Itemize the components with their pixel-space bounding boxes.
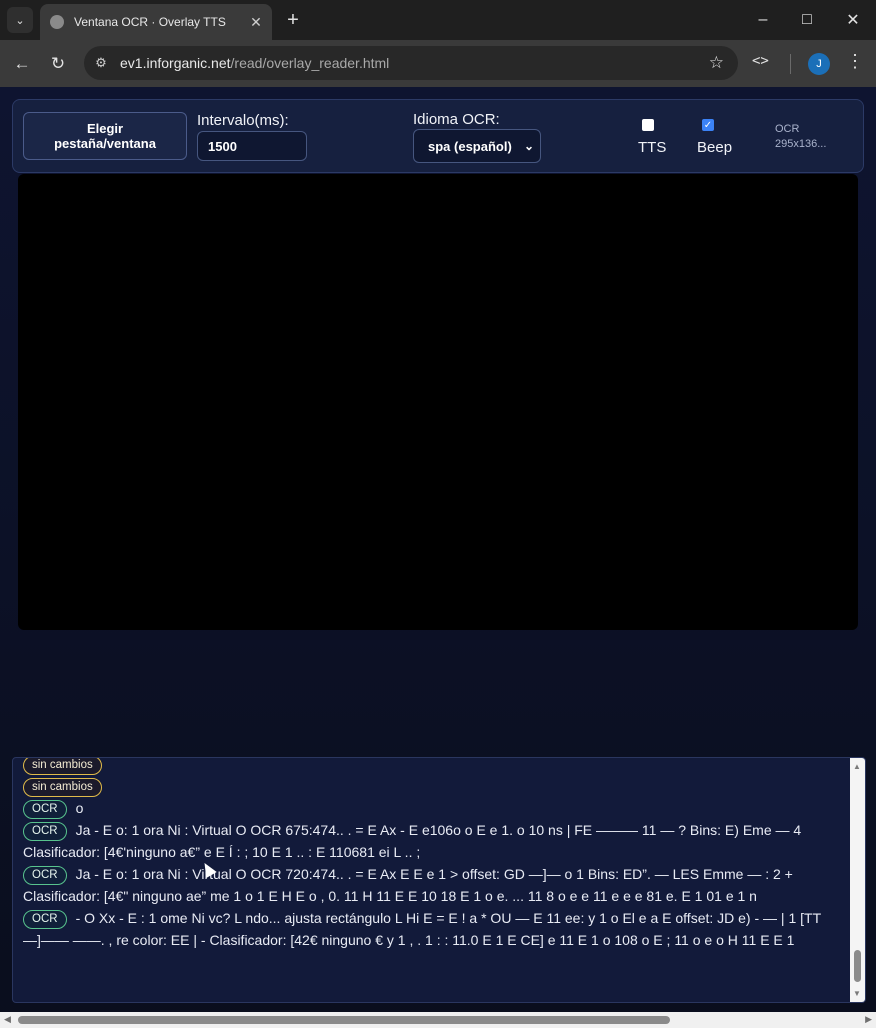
- minimize-icon[interactable]: –: [740, 0, 786, 40]
- globe-icon: [50, 15, 64, 29]
- address-bar[interactable]: ⚙ ev1.inforganic.net/read/overlay_reader…: [84, 46, 738, 80]
- tab-strip: ⌄ Ventana OCR · Overlay TTS ✕ + – □ ✕: [0, 0, 876, 40]
- toolbar-divider: [790, 54, 791, 74]
- scroll-up-arrow-icon[interactable]: ▲: [853, 762, 861, 771]
- log-entry-text: - O Xx - E : 1 ome Ni vc? L ndo... ajust…: [23, 910, 821, 948]
- ocr-status-label: OCR: [775, 123, 800, 135]
- window-close-icon[interactable]: ✕: [830, 0, 876, 40]
- maximize-icon[interactable]: □: [784, 0, 830, 40]
- devtools-code-icon[interactable]: <>: [752, 53, 769, 69]
- log-entry: sin cambios: [23, 775, 838, 797]
- log-scroll-thumb[interactable]: [854, 950, 861, 982]
- tab-title: Ventana OCR · Overlay TTS: [74, 15, 226, 29]
- beep-label: Beep: [697, 139, 733, 156]
- page-content: Elegir pestaña/ventana Intervalo(ms): 150…: [0, 87, 876, 1028]
- scroll-down-arrow-icon[interactable]: ▼: [853, 989, 861, 998]
- ocr-badge: OCR: [23, 800, 67, 819]
- log-entry: OCR Ja - E o: 1 ora Ni : Virtual O OCR 67…: [23, 819, 838, 863]
- ocr-badge: OCR: [23, 866, 67, 885]
- horizontal-scroll-thumb[interactable]: [18, 1016, 670, 1024]
- no-change-badge: sin cambios: [23, 758, 102, 775]
- log-entry-text: Ja - E o: 1 ora Ni : Virtual O OCR 675:4…: [23, 822, 802, 860]
- controls-panel: Elegir pestaña/ventana Intervalo(ms): 150…: [12, 99, 864, 173]
- beep-checkbox[interactable]: ✓: [702, 119, 714, 131]
- scroll-left-arrow-icon[interactable]: ◀: [4, 1014, 11, 1025]
- ocr-size-readout: 295x136...: [775, 138, 827, 150]
- browser-toolbar: ← ↻ ⚙ ev1.inforganic.net/read/overlay_re…: [0, 40, 876, 87]
- horizontal-scrollbar[interactable]: ◀ ▶: [0, 1012, 876, 1028]
- url-text: ev1.inforganic.net/read/overlay_reader.h…: [120, 55, 390, 71]
- close-icon[interactable]: ✕: [246, 12, 266, 32]
- ocr-badge: OCR: [23, 822, 67, 841]
- scroll-right-arrow-icon[interactable]: ▶: [865, 1014, 872, 1025]
- capture-preview: [18, 174, 858, 630]
- log-entry: sin cambios: [23, 758, 838, 775]
- tab-search-chevron-icon[interactable]: ⌄: [7, 7, 33, 33]
- new-tab-plus-icon[interactable]: +: [282, 9, 304, 31]
- bookmark-star-icon[interactable]: ☆: [709, 53, 724, 73]
- ocr-language-value: spa (español): [428, 138, 512, 154]
- interval-input[interactable]: 1500: [197, 131, 307, 161]
- tts-label: TTS: [638, 139, 667, 156]
- log-entry: OCR - O Xx - E : 1 ome Ni vc? L ndo... aj…: [23, 907, 838, 951]
- profile-avatar[interactable]: J: [808, 53, 830, 75]
- chevron-down-icon: ⌄: [523, 139, 534, 153]
- tts-checkbox[interactable]: [642, 119, 654, 131]
- kebab-menu-icon[interactable]: ⋮: [846, 51, 864, 72]
- reload-icon[interactable]: ↻: [45, 51, 71, 77]
- ocr-language-label: Idioma OCR:: [413, 111, 500, 128]
- ocr-language-select[interactable]: spa (español) ⌄: [413, 129, 541, 163]
- back-arrow-icon[interactable]: ←: [9, 51, 35, 77]
- pick-tab-window-button[interactable]: Elegir pestaña/ventana: [23, 112, 187, 160]
- active-tab[interactable]: Ventana OCR · Overlay TTS ✕: [40, 4, 272, 40]
- no-change-badge: sin cambios: [23, 778, 102, 797]
- ocr-status: OCR 295x136...: [775, 122, 826, 152]
- log-scrollbar[interactable]: ▲ ▼: [850, 758, 865, 1002]
- log-entry-text: o: [75, 800, 84, 816]
- log-entry: OCR o: [23, 797, 838, 819]
- log-entries: sin cambios sin cambios OCR o OCR Ja - E o: 1…: [23, 758, 838, 951]
- log-entry-text: Ja - E o: 1 ora Ni : Virtual O OCR 720:4…: [23, 866, 793, 904]
- ocr-badge: OCR: [23, 910, 67, 929]
- log-entry: OCR Ja - E o: 1 ora Ni : Virtual O OCR 72…: [23, 863, 838, 907]
- site-settings-icon[interactable]: ⚙: [92, 54, 110, 72]
- interval-label: Intervalo(ms):: [197, 112, 289, 129]
- ocr-log: sin cambios sin cambios OCR o OCR Ja - E o: 1…: [12, 757, 866, 1003]
